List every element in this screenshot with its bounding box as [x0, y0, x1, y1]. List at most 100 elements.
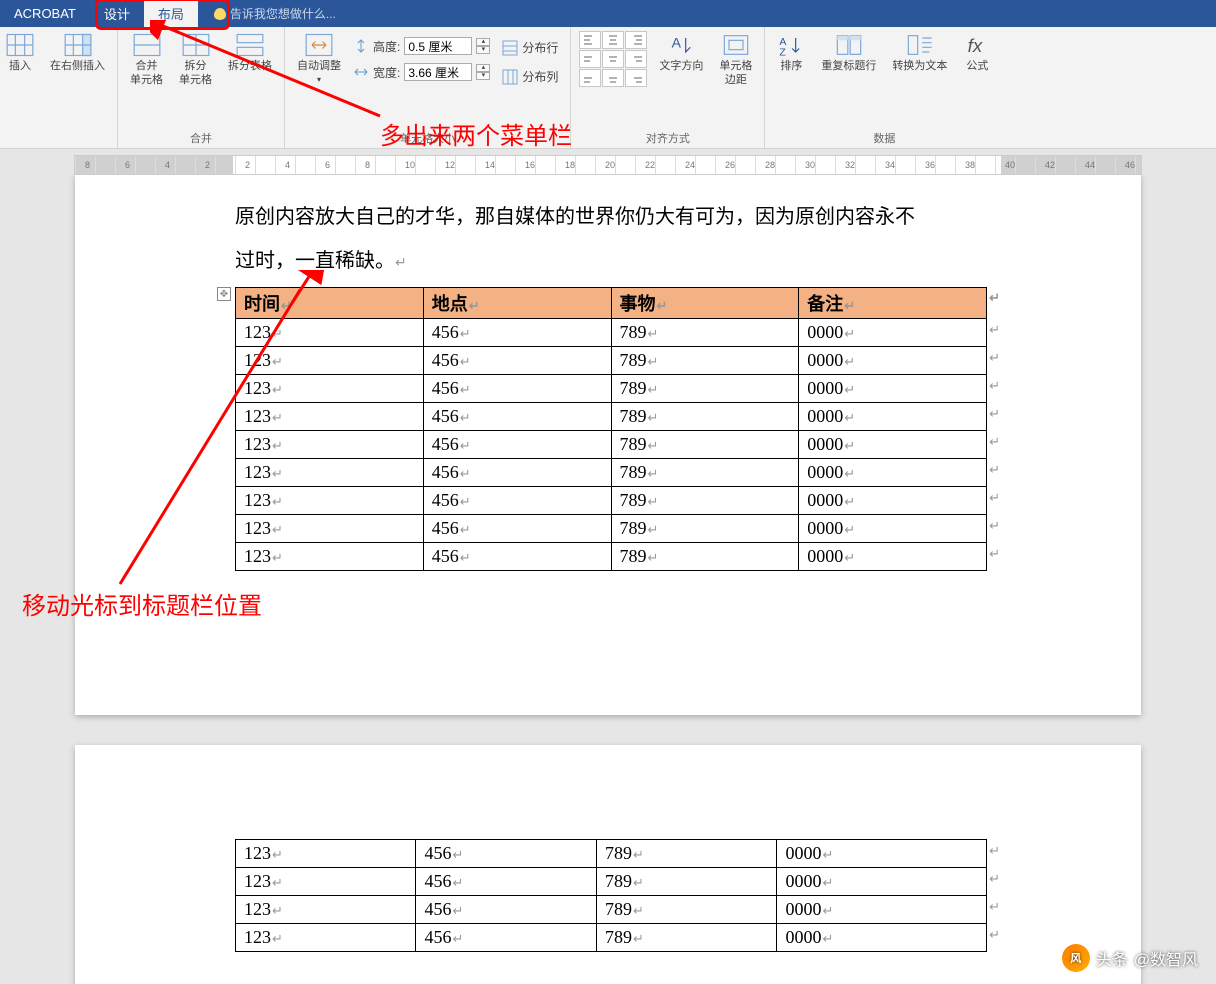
table-cell[interactable]: 456↵ — [416, 924, 596, 952]
table-row[interactable]: 123↵456↵789↵0000↵↵ — [236, 403, 987, 431]
merge-cells-button[interactable]: 合并 单元格 — [126, 31, 167, 90]
table-cell[interactable]: 789↵ — [611, 347, 799, 375]
align-bl[interactable] — [579, 69, 601, 87]
table-cell[interactable]: 0000↵↵ — [799, 515, 987, 543]
table-header-row[interactable]: 时间↵地点↵事物↵备注↵↵ — [236, 288, 987, 319]
table-cell[interactable]: 456↵ — [423, 375, 611, 403]
table-cell[interactable]: 456↵ — [416, 896, 596, 924]
table-row[interactable]: 123↵456↵789↵0000↵↵ — [236, 431, 987, 459]
table-cell[interactable]: 0000↵↵ — [799, 347, 987, 375]
table-cell[interactable]: 789↵ — [596, 896, 776, 924]
table-cell[interactable]: 789↵ — [611, 515, 799, 543]
table-cell[interactable]: 0000↵↵ — [777, 840, 987, 868]
table-cell[interactable]: 123↵ — [236, 924, 416, 952]
table-row[interactable]: 123↵456↵789↵0000↵↵ — [236, 896, 987, 924]
split-cells-button[interactable]: 拆分 单元格 — [175, 31, 216, 90]
tab-acrobat[interactable]: ACROBAT — [0, 0, 90, 27]
table-cell[interactable]: 0000↵↵ — [799, 487, 987, 515]
page-2[interactable]: 123↵456↵789↵0000↵↵123↵456↵789↵0000↵↵123↵… — [75, 745, 1141, 984]
table-header-cell[interactable]: 事物↵ — [611, 288, 799, 319]
table-cell[interactable]: 0000↵↵ — [799, 403, 987, 431]
table-cell[interactable]: 123↵ — [236, 840, 416, 868]
align-ml[interactable] — [579, 50, 601, 68]
horizontal-ruler[interactable]: 8642246810121416182022242628303234363840… — [74, 155, 1142, 175]
table-cell[interactable]: 0000↵↵ — [799, 459, 987, 487]
table-move-handle[interactable]: ✥ — [217, 287, 231, 301]
table-cell[interactable]: 0000↵↵ — [777, 868, 987, 896]
table-header-cell[interactable]: 时间↵ — [236, 288, 424, 319]
table-cell[interactable]: 456↵ — [423, 459, 611, 487]
table-cell[interactable]: 789↵ — [611, 459, 799, 487]
table-cell[interactable]: 123↵ — [236, 431, 424, 459]
split-table-button[interactable]: 拆分表格 — [224, 31, 276, 75]
table-cell[interactable]: 456↵ — [423, 347, 611, 375]
width-spinner[interactable]: ▴▾ — [476, 64, 490, 80]
table-cell[interactable]: 789↵ — [611, 375, 799, 403]
table-row[interactable]: 123↵456↵789↵0000↵↵ — [236, 347, 987, 375]
table-cell[interactable]: 456↵ — [423, 543, 611, 571]
table-cell[interactable]: 789↵ — [596, 868, 776, 896]
page-1[interactable]: 原创内容放大自己的才华，那自媒体的世界你仍大有可为，因为原创内容永不 过时，一直… — [75, 175, 1141, 715]
table-row[interactable]: 123↵456↵789↵0000↵↵ — [236, 459, 987, 487]
width-input[interactable] — [404, 63, 472, 81]
table-cell[interactable]: 0000↵↵ — [799, 319, 987, 347]
table-header-cell[interactable]: 备注↵↵ — [799, 288, 987, 319]
height-spinner[interactable]: ▴▾ — [476, 38, 490, 54]
table-cell[interactable]: 123↵ — [236, 375, 424, 403]
tab-layout[interactable]: 布局 — [144, 0, 198, 27]
paragraph-line-2[interactable]: 过时，一直稀缺。↵ — [235, 239, 981, 283]
table-cell[interactable]: 123↵ — [236, 868, 416, 896]
document-table[interactable]: 时间↵地点↵事物↵备注↵↵123↵456↵789↵0000↵↵123↵456↵7… — [235, 287, 987, 571]
align-bc[interactable] — [602, 69, 624, 87]
table-cell[interactable]: 789↵ — [611, 487, 799, 515]
table-cell[interactable]: 123↵ — [236, 347, 424, 375]
table-row[interactable]: 123↵456↵789↵0000↵↵ — [236, 924, 987, 952]
table-cell[interactable]: 456↵ — [423, 487, 611, 515]
table-cell[interactable]: 123↵ — [236, 896, 416, 924]
table-cell[interactable]: 123↵ — [236, 403, 424, 431]
table-cell[interactable]: 123↵ — [236, 543, 424, 571]
table-row[interactable]: 123↵456↵789↵0000↵↵ — [236, 515, 987, 543]
table-cell[interactable]: 123↵ — [236, 515, 424, 543]
table-cell[interactable]: 0000↵↵ — [777, 896, 987, 924]
align-tl[interactable] — [579, 31, 601, 49]
align-mc[interactable] — [602, 50, 624, 68]
table-row[interactable]: 123↵456↵789↵0000↵↵ — [236, 868, 987, 896]
text-direction-button[interactable]: A 文字方向 — [655, 31, 707, 75]
align-tr[interactable] — [625, 31, 647, 49]
convert-to-text-button[interactable]: 转换为文本 — [888, 31, 951, 75]
sort-button[interactable]: AZ 排序 — [773, 31, 809, 75]
table-cell[interactable]: 123↵ — [236, 319, 424, 347]
tell-me-search[interactable]: 告诉我您想做什么... — [214, 0, 336, 27]
table-cell[interactable]: 123↵ — [236, 487, 424, 515]
distribute-rows-button[interactable]: 分布行 — [498, 37, 562, 58]
table-row[interactable]: 123↵456↵789↵0000↵↵ — [236, 487, 987, 515]
table-row[interactable]: 123↵456↵789↵0000↵↵ — [236, 840, 987, 868]
table-cell[interactable]: 456↵ — [423, 515, 611, 543]
table-cell[interactable]: 0000↵↵ — [799, 543, 987, 571]
tab-design[interactable]: 设计 — [90, 0, 144, 27]
table-cell[interactable]: 0000↵↵ — [799, 431, 987, 459]
table-cell[interactable]: 789↵ — [611, 319, 799, 347]
table-cell[interactable]: 123↵ — [236, 459, 424, 487]
insert-right-button[interactable]: 在右侧插入 — [46, 31, 109, 75]
autofit-button[interactable]: 自动调整▾ — [293, 31, 345, 88]
table-cell[interactable]: 456↵ — [416, 840, 596, 868]
insert-button[interactable]: 插入 — [2, 31, 38, 75]
table-cell[interactable]: 456↵ — [416, 868, 596, 896]
repeat-header-button[interactable]: 重复标题行 — [817, 31, 880, 75]
table-cell[interactable]: 789↵ — [611, 403, 799, 431]
table-cell[interactable]: 456↵ — [423, 403, 611, 431]
height-input[interactable] — [404, 37, 472, 55]
align-tc[interactable] — [602, 31, 624, 49]
table-header-cell[interactable]: 地点↵ — [423, 288, 611, 319]
table-row[interactable]: 123↵456↵789↵0000↵↵ — [236, 319, 987, 347]
table-row[interactable]: 123↵456↵789↵0000↵↵ — [236, 375, 987, 403]
formula-button[interactable]: fx 公式 — [959, 31, 995, 75]
align-br[interactable] — [625, 69, 647, 87]
table-cell[interactable]: 789↵ — [596, 840, 776, 868]
table-cell[interactable]: 0000↵↵ — [799, 375, 987, 403]
cell-margin-button[interactable]: 单元格 边距 — [715, 31, 756, 90]
table-cell[interactable]: 789↵ — [596, 924, 776, 952]
table-cell[interactable]: 456↵ — [423, 319, 611, 347]
